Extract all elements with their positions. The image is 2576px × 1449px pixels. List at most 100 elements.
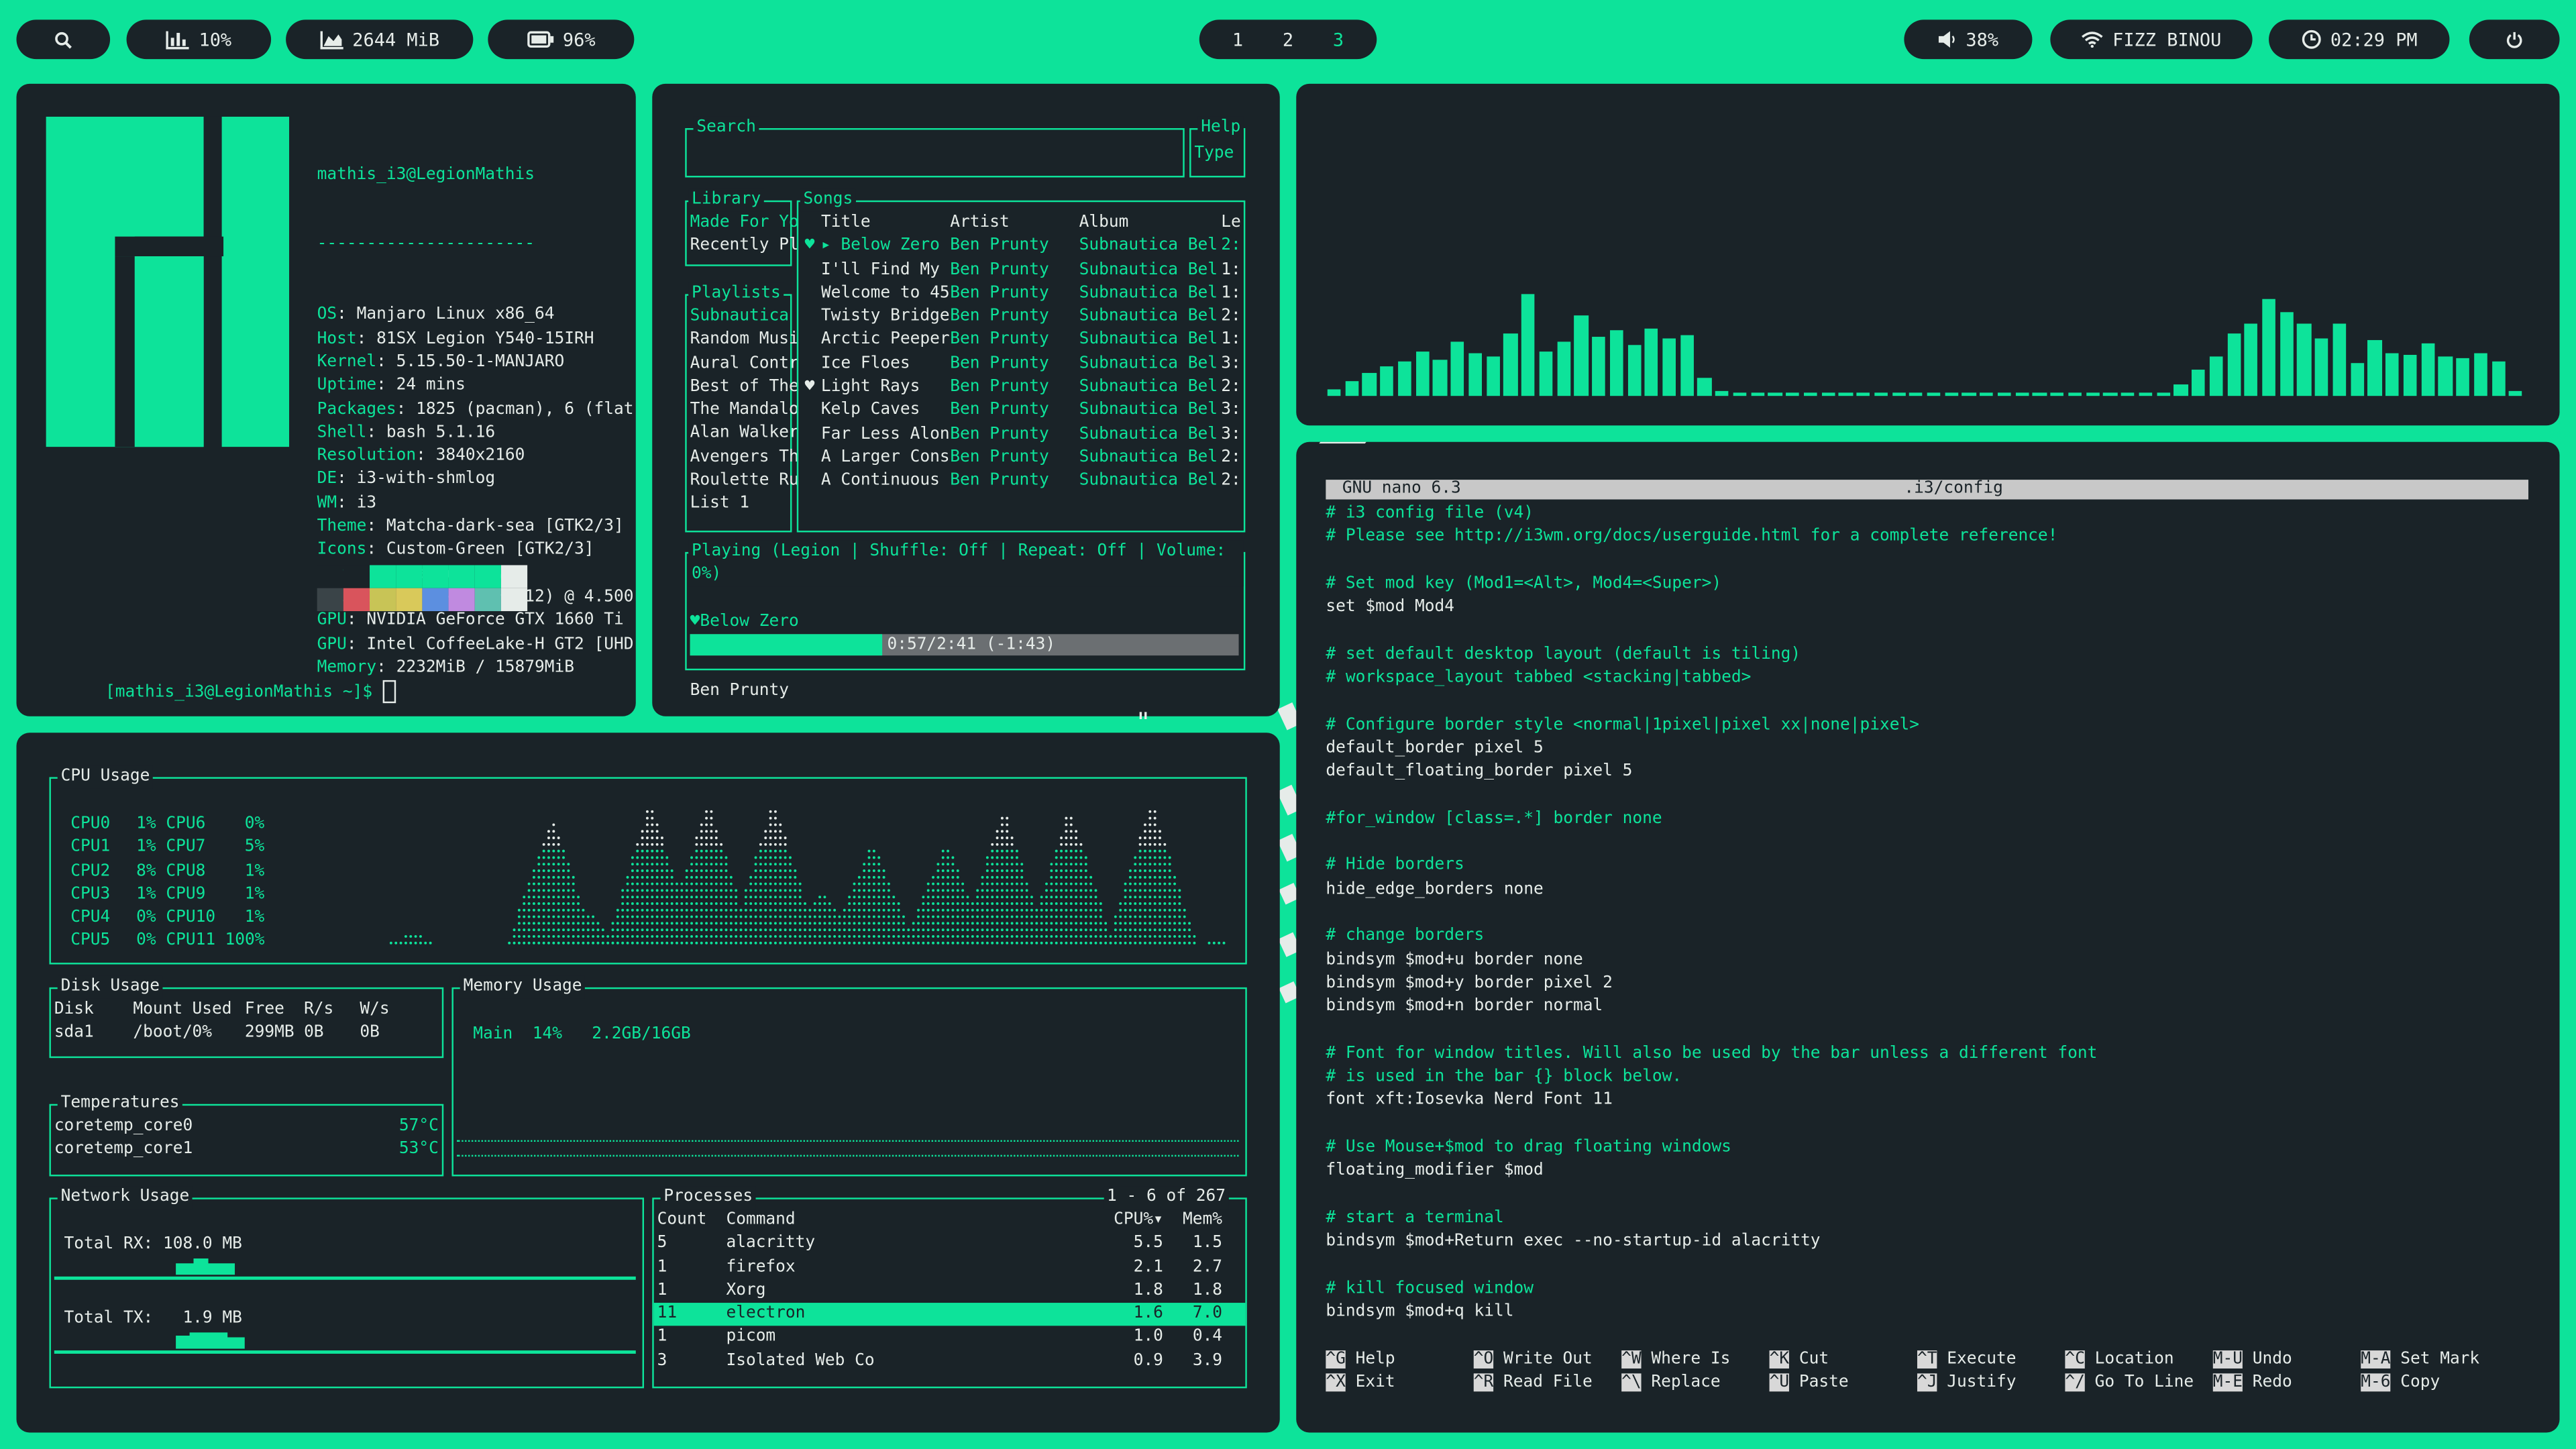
- shortcut-item[interactable]: ^K Cut: [1769, 1349, 1849, 1373]
- library-item[interactable]: Made For Yo: [690, 212, 799, 235]
- clock-indicator[interactable]: 02:29 PM: [2269, 19, 2450, 60]
- process-row[interactable]: 11 electron 1.6 7.0: [653, 1303, 1246, 1327]
- nano-editor[interactable]: GNU nano 6.3 .i3/config # i3 config file…: [1296, 441, 2560, 1433]
- cpu-indicator[interactable]: 10%: [126, 19, 272, 60]
- song-row[interactable]: Welcome to 454 Ben Prunty Subnautica Bel 1:: [798, 282, 1244, 306]
- song-row[interactable]: Twisty Bridges Ben Prunty Subnautica Bel 2:: [798, 306, 1244, 329]
- cpu-graph-dot: [636, 934, 639, 938]
- process-row[interactable]: 5 alacritty 5.5 1.5: [654, 1232, 1246, 1256]
- playlist-item[interactable]: Roulette Ru: [690, 470, 799, 494]
- song-row[interactable]: I'll Find My W Ben Prunty Subnautica Bel 1:: [798, 259, 1244, 282]
- cpu-graph-dot: [626, 882, 629, 885]
- cpu-graph-dot: [892, 908, 896, 912]
- cpu-graph-dot: [764, 882, 767, 885]
- shortcut-item[interactable]: ^/ Go To Line: [2065, 1373, 2194, 1396]
- shortcut-item[interactable]: ^C Location: [2065, 1349, 2194, 1373]
- cpu-graph-dot: [1143, 896, 1146, 899]
- cpu-graph-dot: [1148, 863, 1152, 866]
- process-row[interactable]: 1 firefox 2.1 2.7: [654, 1256, 1246, 1279]
- cpu-graph-dot: [680, 908, 684, 912]
- btop-monitor[interactable]: CPU Usage CPU0 1% CPU6 0% CPU1 1% CPU7 5% CPU2 8%…: [16, 733, 1280, 1433]
- cpu-graph-dot: [1045, 889, 1048, 892]
- cpu-graph-dot: [961, 896, 965, 899]
- spotify-tui[interactable]: Search Help Type Library Made For Yo Rece…: [652, 83, 1280, 716]
- playlist-item[interactable]: Subnautica: [690, 306, 799, 329]
- cpu-graph-dot: [695, 837, 698, 839]
- battery-indicator[interactable]: 96%: [488, 19, 635, 60]
- shortcut-item[interactable]: M-6 Copy: [2361, 1373, 2479, 1396]
- cpu-graph-dot: [1163, 849, 1167, 853]
- cpu-graph-dot: [577, 941, 580, 945]
- power-button[interactable]: [2469, 19, 2560, 60]
- song-row[interactable]: ♥ Light Rays Ben Prunty Subnautica Bel 2:: [798, 376, 1244, 400]
- help-box[interactable]: Help Type: [1189, 116, 1246, 178]
- shell-prompt[interactable]: [mathis_i3@LegionMathis ~]$: [46, 657, 396, 716]
- cpu-graph-dot: [1010, 843, 1014, 846]
- shortcut-item[interactable]: ^R Read File: [1473, 1373, 1593, 1396]
- process-row[interactable]: 1 picom 1.0 0.4: [654, 1327, 1246, 1350]
- cpu-graph-dot: [1040, 902, 1043, 905]
- cpu-graph-dot: [759, 849, 762, 853]
- cpu-graph-dot: [754, 941, 757, 945]
- playlist-item[interactable]: The Mandalo: [690, 400, 799, 423]
- progress-bar[interactable]: 0:57/2:41 (-1:43): [690, 634, 1239, 656]
- process-row[interactable]: 1 Xorg 1.8 1.8: [654, 1280, 1246, 1303]
- song-row[interactable]: Ice Floes Ben Prunty Subnautica Bel 3:: [798, 353, 1244, 376]
- workspace-3[interactable]: 3: [1318, 29, 1358, 50]
- search-button[interactable]: [16, 19, 111, 60]
- cpu-graph-dot: [857, 908, 861, 912]
- song-row[interactable]: A Continuous T Ben Prunty Subnautica Bel 2:: [798, 470, 1244, 494]
- wifi-indicator[interactable]: FIZZ BINOU: [2050, 19, 2253, 60]
- cpu-graph-dot: [951, 922, 955, 925]
- cpu-graph-dot: [853, 896, 856, 899]
- shortcut-item[interactable]: ^G Help: [1326, 1349, 1395, 1373]
- cpu-graph-dot: [714, 902, 718, 905]
- playlist-item[interactable]: List 1: [690, 494, 799, 517]
- cpu-graph-dot: [690, 928, 693, 932]
- song-row[interactable]: A Larger Consc Ben Prunty Subnautica Bel 2:: [798, 447, 1244, 470]
- song-row[interactable]: ♥ ▸ Below Zero Ben Prunty Subnautica Bel 2:: [798, 235, 1244, 259]
- cpu-graph-dot: [828, 915, 831, 918]
- shortcut-item[interactable]: ^T Execute: [1917, 1349, 2016, 1373]
- shortcut-item[interactable]: ^W Where Is: [1621, 1349, 1730, 1373]
- memory-indicator[interactable]: 2644 MiB: [286, 19, 474, 60]
- visualizer-bar: [2315, 338, 2329, 396]
- shortcut-item[interactable]: ^U Paste: [1769, 1373, 1849, 1396]
- song-row[interactable]: Kelp Caves Ben Prunty Subnautica Bel 3:: [798, 400, 1244, 423]
- playlist-item[interactable]: Best of The: [690, 376, 799, 400]
- shortcut-item[interactable]: M-A Set Mark: [2361, 1349, 2479, 1373]
- shortcut-item[interactable]: M-E Redo: [2212, 1373, 2292, 1396]
- cpu-graph-dot: [655, 856, 659, 859]
- cpu-graph-dot: [917, 941, 920, 945]
- shortcut-item[interactable]: ^O Write Out: [1473, 1349, 1593, 1373]
- workspace-1[interactable]: 1: [1218, 29, 1258, 50]
- info-key: Packages: [317, 400, 396, 419]
- playlist-item[interactable]: Random Musi: [690, 329, 799, 353]
- cpu-graph-dot: [818, 941, 822, 945]
- nano-text-area[interactable]: # i3 config file (v4) # Please see http:/…: [1326, 502, 2541, 1324]
- cpu-graph-dot: [794, 902, 797, 905]
- playlist-item[interactable]: Alan Walker: [690, 423, 799, 447]
- song-row[interactable]: Far Less Alone Ben Prunty Subnautica Bel 3:: [798, 423, 1244, 447]
- playlist-item[interactable]: Avengers Th: [690, 447, 799, 470]
- workspace-2[interactable]: 2: [1268, 29, 1308, 50]
- cpu-graph-dot: [729, 941, 733, 945]
- process-row[interactable]: 3 Isolated Web Co 0.9 3.9: [654, 1350, 1246, 1374]
- cpu-graph-dot: [951, 875, 955, 879]
- heart-icon: [798, 329, 821, 353]
- cpu-graph-dot: [1069, 863, 1073, 866]
- cpu-graph-dot: [1015, 875, 1018, 879]
- library-item[interactable]: Recently Pl: [690, 235, 799, 259]
- song-row[interactable]: Arctic Peeper Ben Prunty Subnautica Bel 1:: [798, 329, 1244, 353]
- neofetch-terminal[interactable]: mathis_i3@LegionMathis -----------------…: [16, 83, 636, 716]
- cpu-graph-dot: [818, 915, 822, 918]
- cpu-graph-dot: [1025, 941, 1028, 945]
- shortcut-item[interactable]: ^X Exit: [1326, 1373, 1395, 1396]
- volume-indicator[interactable]: 38%: [1904, 19, 2033, 60]
- shortcut-item[interactable]: ^\ Replace: [1621, 1373, 1730, 1396]
- playlist-item[interactable]: Aural Contr: [690, 353, 799, 376]
- shortcut-item[interactable]: ^J Justify: [1917, 1373, 2016, 1396]
- search-box[interactable]: Search: [685, 116, 1185, 178]
- cpu-graph-dot: [710, 869, 713, 872]
- shortcut-item[interactable]: M-U Undo: [2212, 1349, 2292, 1373]
